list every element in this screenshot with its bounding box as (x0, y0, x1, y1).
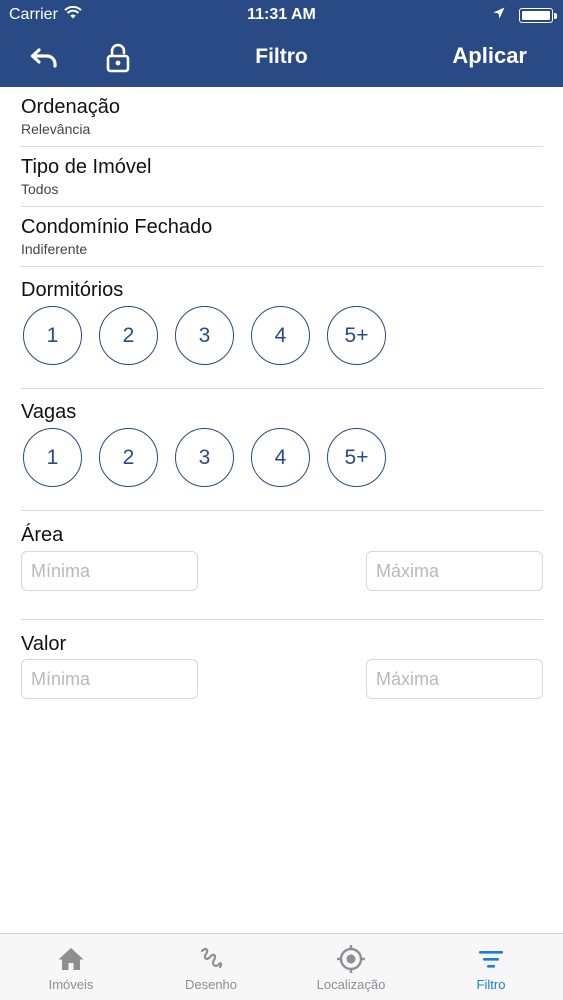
sort-title: Ordenação (21, 96, 120, 118)
tab-label: Desenho (184, 977, 238, 992)
divider (21, 510, 543, 511)
bedrooms-option-2[interactable]: 2 (99, 306, 158, 365)
nav-bar: Filtro Aplicar (0, 30, 563, 87)
bedrooms-title: Dormitórios (21, 279, 124, 301)
apply-button[interactable]: Aplicar (452, 43, 527, 69)
divider (21, 266, 543, 267)
bedrooms-option-3[interactable]: 3 (175, 306, 234, 365)
area-section: Área (21, 524, 543, 547)
lock-button[interactable] (100, 40, 136, 76)
tab-label: Filtro (476, 977, 506, 992)
undo-icon (30, 48, 57, 68)
parking-option-1[interactable]: 1 (23, 428, 82, 487)
parking-options: 1 2 3 4 5+ (23, 428, 386, 487)
sort-row[interactable]: Ordenação Relevância (21, 96, 543, 137)
parking-section: Vagas (21, 401, 543, 424)
price-inputs (21, 659, 543, 699)
bedrooms-section: Dormitórios (21, 279, 543, 302)
status-right (493, 6, 557, 24)
area-inputs (21, 551, 543, 591)
filter-icon (476, 944, 506, 974)
parking-title: Vagas (21, 401, 77, 423)
sort-value: Relevância (21, 121, 91, 137)
battery-icon (519, 7, 557, 23)
tab-label: Imóveis (48, 977, 94, 992)
status-time: 11:31 AM (247, 6, 316, 23)
gated-condo-title: Condomínio Fechado (21, 216, 213, 238)
divider (21, 146, 543, 147)
gated-condo-value: Indiferente (21, 241, 88, 257)
divider (21, 388, 543, 389)
location-arrow-icon (493, 6, 505, 24)
bedrooms-option-5plus[interactable]: 5+ (327, 306, 386, 365)
tab-label: Localização (316, 977, 386, 992)
parking-option-4[interactable]: 4 (251, 428, 310, 487)
top-bar: Carrier 11:31 AM Filtro Aplicar (0, 0, 563, 87)
bedrooms-options: 1 2 3 4 5+ (23, 306, 386, 365)
price-max-input[interactable] (366, 659, 543, 699)
area-max-input[interactable] (366, 551, 543, 591)
status-bar: Carrier 11:31 AM (0, 0, 563, 30)
area-title: Área (21, 524, 64, 546)
tab-desenho[interactable]: Desenho (141, 934, 281, 1000)
bedrooms-option-4[interactable]: 4 (251, 306, 310, 365)
draw-icon (196, 944, 226, 974)
undo-button[interactable] (26, 40, 62, 76)
property-type-value: Todos (21, 181, 59, 197)
tab-filtro[interactable]: Filtro (421, 934, 561, 1000)
tab-bar: Imóveis Desenho Localização Filtro (0, 933, 563, 1000)
tab-imoveis[interactable]: Imóveis (1, 934, 141, 1000)
property-type-title: Tipo de Imóvel (21, 156, 152, 178)
location-target-icon (336, 944, 366, 974)
property-type-row[interactable]: Tipo de Imóvel Todos (21, 156, 543, 197)
home-icon (56, 944, 86, 974)
tab-localizacao[interactable]: Localização (281, 934, 421, 1000)
divider (21, 206, 543, 207)
parking-option-2[interactable]: 2 (99, 428, 158, 487)
price-min-input[interactable] (21, 659, 198, 699)
bedrooms-option-1[interactable]: 1 (23, 306, 82, 365)
area-min-input[interactable] (21, 551, 198, 591)
divider (21, 619, 543, 620)
gated-condo-row[interactable]: Condomínio Fechado Indiferente (21, 216, 543, 257)
parking-option-5plus[interactable]: 5+ (327, 428, 386, 487)
price-section: Valor (21, 633, 543, 656)
battery-level (522, 10, 550, 20)
price-title: Valor (21, 633, 67, 655)
parking-option-3[interactable]: 3 (175, 428, 234, 487)
lock-open-icon (106, 43, 130, 73)
